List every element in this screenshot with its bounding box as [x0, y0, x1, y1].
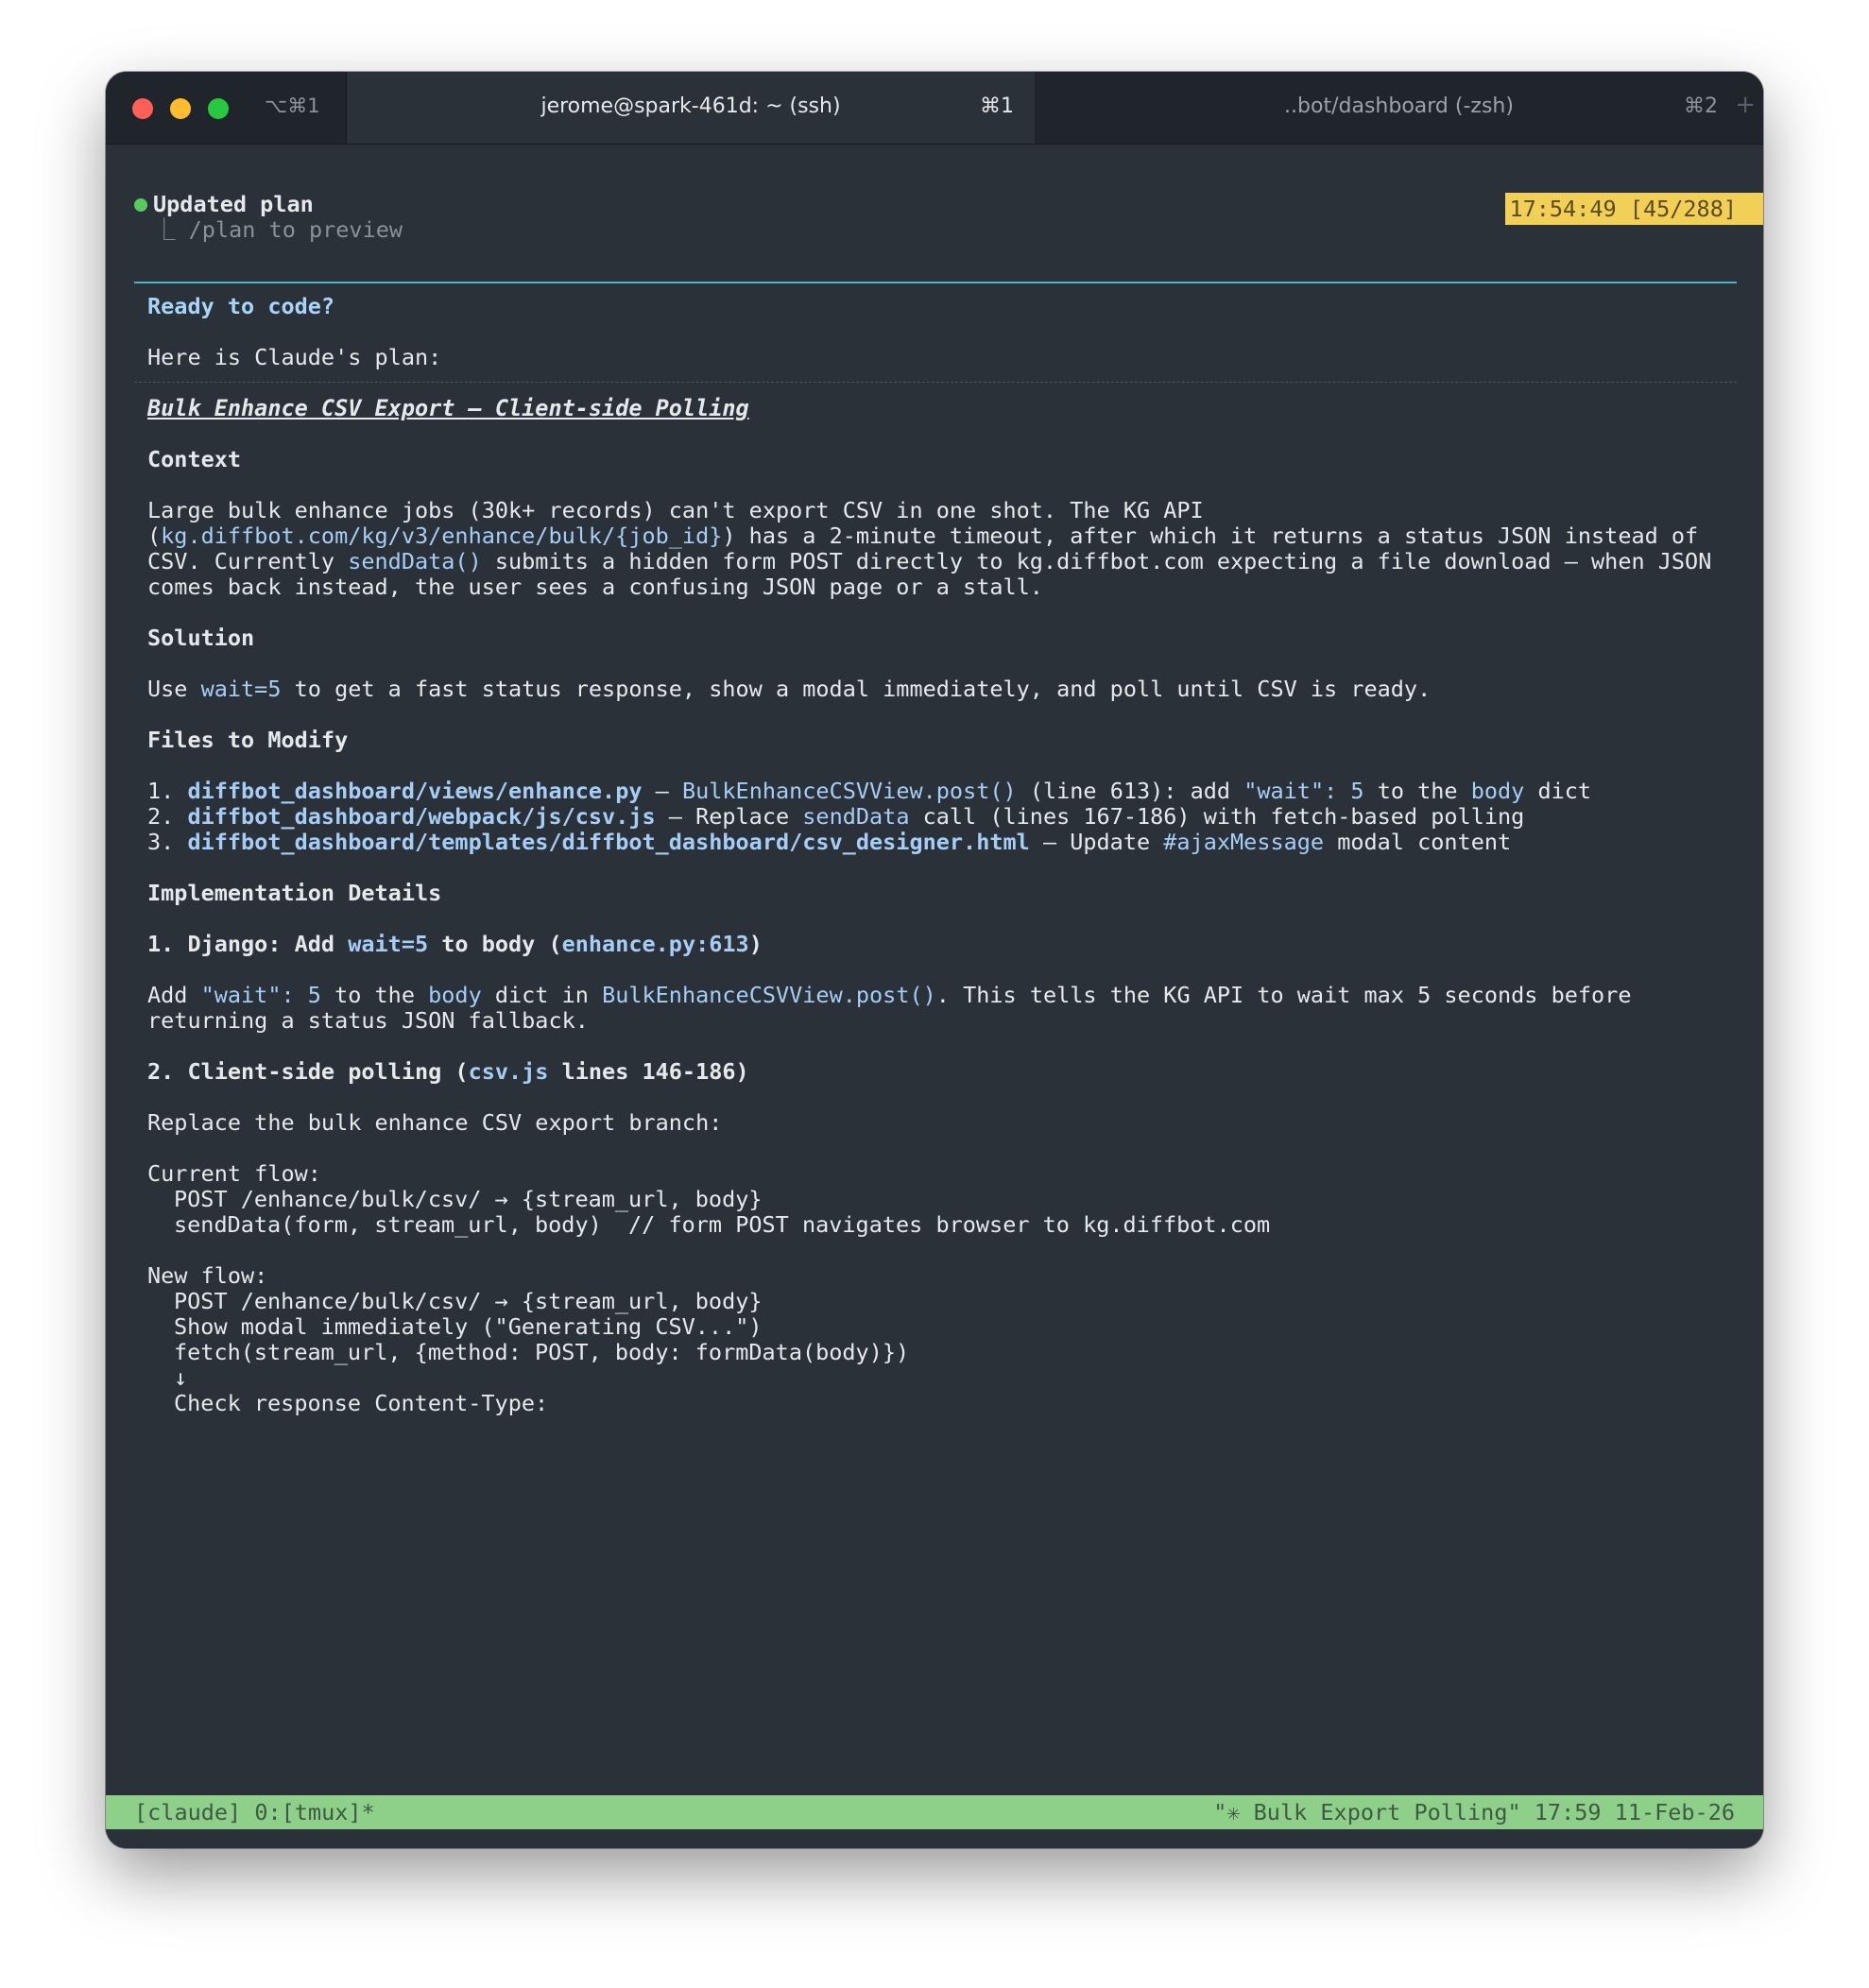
flow-line: fetch(stream_url, {method: POST, body: f…: [174, 1339, 910, 1365]
file-item: 3. diffbot_dashboard/templates/diffbot_d…: [147, 829, 1512, 855]
tmux-status-bar: [claude] 0:[tmux]* "✳ Bulk Export Pollin…: [106, 1795, 1763, 1829]
tmux-session: [claude] 0:[tmux]*: [134, 1799, 375, 1825]
terminal-content[interactable]: Updated plan ⎿ /plan to preview 17:54:49…: [106, 144, 1763, 1848]
impl-heading: Implementation Details: [147, 880, 442, 906]
title-bar: ⌥⌘1 jerome@spark-461d: ~ (ssh) ⌘1 ..bot/…: [106, 72, 1763, 145]
clock-badge: 17:54:49 [45/288]: [1505, 193, 1763, 225]
new-tab-button[interactable]: +: [1735, 91, 1756, 119]
tab-shortcut: ⌘1: [980, 94, 1014, 118]
step-2-text: Replace the bulk enhance CSV export bran…: [147, 1109, 723, 1136]
solution-heading: Solution: [147, 625, 255, 651]
window-shortcut: ⌥⌘1: [265, 94, 320, 117]
dashed-divider: [134, 382, 1737, 383]
step-2-heading: 2. Client-side polling (csv.js lines 146…: [147, 1058, 749, 1085]
plan-intro: Here is Claude's plan:: [147, 344, 442, 370]
minimize-window-button[interactable]: [170, 98, 191, 119]
terminal-window: ⌥⌘1 jerome@spark-461d: ~ (ssh) ⌘1 ..bot/…: [106, 72, 1763, 1848]
tmux-info: "✳ Bulk Export Polling" 17:59 11-Feb-26: [1213, 1799, 1735, 1825]
tab-title: ..bot/dashboard (-zsh): [1284, 94, 1514, 118]
plan-title: Bulk Enhance CSV Export — Client-side Po…: [147, 395, 749, 421]
close-window-button[interactable]: [132, 98, 153, 119]
flow-line: Check response Content-Type:: [174, 1390, 549, 1416]
tab-ssh[interactable]: jerome@spark-461d: ~ (ssh) ⌘1: [346, 72, 1036, 144]
tab-shortcut: ⌘2: [1684, 94, 1718, 118]
plan-prompt: Ready to code?: [147, 293, 335, 319]
step-1-text-2: returning a status JSON fallback.: [147, 1007, 589, 1034]
context-line-4: comes back instead, the user sees a conf…: [147, 574, 1043, 600]
window-bottom: [106, 1829, 1763, 1848]
flow-line: sendData(form, stream_url, body) // form…: [174, 1211, 1271, 1238]
divider: [134, 282, 1737, 283]
tab-zsh[interactable]: ..bot/dashboard (-zsh) ⌘2: [1035, 72, 1763, 144]
step-1-heading: 1. Django: Add wait=5 to body (enhance.p…: [147, 931, 763, 957]
zoom-window-button[interactable]: [208, 98, 229, 119]
context-heading: Context: [147, 446, 242, 472]
status-dot-icon: [134, 198, 147, 212]
solution-text: Use wait=5 to get a fast status response…: [147, 676, 1432, 702]
file-path: diffbot_dashboard/templates/diffbot_dash…: [187, 829, 1030, 855]
tree-branch-icon: ⎿: [153, 216, 189, 243]
status-subline: ⎿ /plan to preview: [153, 216, 403, 243]
tab-title: jerome@spark-461d: ~ (ssh): [540, 94, 841, 118]
files-heading: Files to Modify: [147, 727, 349, 753]
